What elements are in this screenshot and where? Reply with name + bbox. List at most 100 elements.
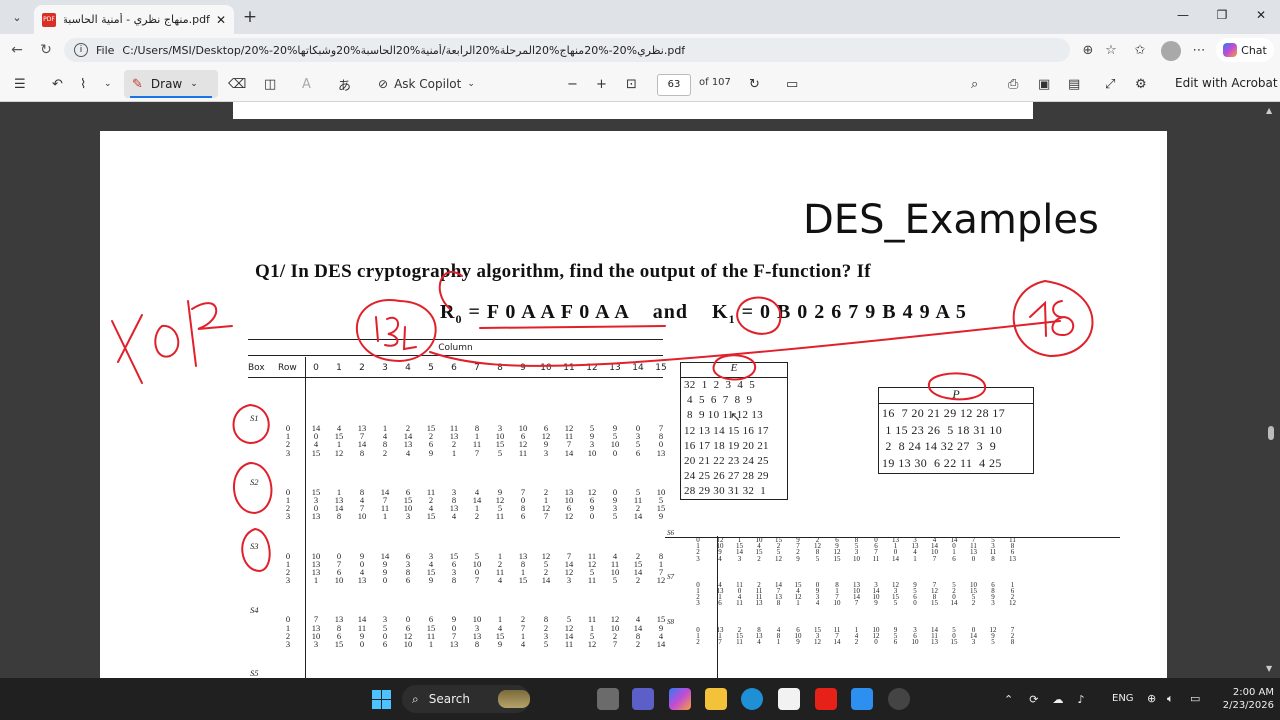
sbox-cell: 11 (872, 554, 880, 563)
onedrive-icon[interactable]: ☁ (1052, 693, 1063, 706)
sbox-cell: 6 (893, 638, 898, 646)
save-icon[interactable]: ▣ (1038, 75, 1050, 93)
pdf-file-icon: PDF (42, 12, 56, 27)
scroll-up-icon[interactable]: ▲ (1266, 106, 1272, 115)
rotate-icon[interactable]: ↻ (749, 75, 760, 93)
scroll-thumb[interactable] (1268, 426, 1274, 440)
url-field[interactable]: i File C:/Users/MSI/Desktop/نظري%20-%20م… (64, 38, 1070, 62)
zoom-in-icon[interactable]: + (596, 75, 607, 93)
sbox-cell: 7 (543, 511, 549, 522)
sbox-cell: 4 (497, 575, 503, 586)
favorite-star-icon[interactable]: ☆ (1102, 42, 1120, 60)
sbox-cell: 12 (587, 639, 597, 649)
copilot-chat-button[interactable]: Chat (1216, 38, 1274, 62)
page-number-input[interactable]: 63 (657, 74, 691, 96)
e-table-row: 24 25 26 27 28 29 (684, 470, 769, 483)
sbox-cell: 3 (991, 599, 995, 608)
close-window-icon[interactable]: ✕ (1251, 8, 1271, 26)
text-icon[interactable]: A (302, 75, 311, 93)
highlight-icon[interactable]: ⌇ (80, 75, 86, 93)
read-aloud-icon[interactable]: あ (338, 75, 351, 94)
sbox-cell: 15 (426, 511, 436, 522)
draw-button[interactable]: ✎ Draw ⌄ (124, 70, 218, 98)
print-icon[interactable]: ⎙ (1008, 75, 1018, 93)
two-page-icon[interactable]: ▭ (786, 75, 798, 93)
settings-gear-icon[interactable]: ⚙ (1135, 75, 1147, 93)
youtube-icon[interactable] (815, 688, 837, 710)
tray-app-icon[interactable]: ⟳ (1029, 693, 1038, 706)
copilot-app-icon[interactable] (669, 688, 691, 710)
tray-chevron-icon[interactable]: ⌃ (1004, 693, 1013, 706)
refresh-icon[interactable]: ↻ (37, 41, 55, 59)
sbox-cell: 8 (336, 511, 342, 522)
back-icon[interactable]: ← (8, 41, 26, 59)
fullscreen-icon[interactable]: ⤢ (1105, 75, 1115, 93)
contents-icon[interactable]: ☰ (14, 75, 26, 93)
fit-page-icon[interactable]: ⊡ (626, 75, 637, 93)
profile-avatar[interactable] (1161, 41, 1181, 61)
sbox-row: 2 7 11 4 1 9 12 14 2 0 6 10 13 15 3 5 8 (665, 638, 1080, 649)
browser-tab[interactable]: PDF pdf.منهاج نظري - أمنية الحاسبة وشبكا… (34, 5, 234, 34)
column-number: 6 (451, 363, 457, 373)
pdf-viewer[interactable]: DES_Examples Q1/ In DES cryptography alg… (0, 102, 1280, 678)
tab-close-icon[interactable]: ✕ (216, 13, 226, 27)
settings-app-icon[interactable] (888, 688, 910, 710)
edge-icon[interactable] (741, 688, 763, 710)
sbox-cell: 3 (543, 447, 549, 458)
save-as-icon[interactable]: ▤ (1068, 75, 1080, 93)
eraser-icon[interactable]: ⌫ (228, 75, 246, 93)
scroll-down-icon[interactable]: ▼ (1266, 664, 1272, 673)
maximize-icon[interactable]: ❐ (1212, 8, 1232, 26)
language-indicator[interactable]: ENG (1112, 693, 1134, 704)
store-icon[interactable] (778, 688, 800, 710)
p-table-row: 1 15 23 26 5 18 31 10 (882, 422, 1003, 437)
battery-icon[interactable]: ▭ (1190, 692, 1200, 705)
new-tab-button[interactable]: + (240, 7, 260, 27)
network-icon[interactable]: ⊕ (1147, 692, 1156, 705)
sbox-cell: 2 (854, 638, 859, 646)
taskbar-search[interactable]: ⌕ Search (402, 685, 530, 713)
e-table-row: 12 13 14 15 16 17 (684, 424, 769, 437)
page-view-icon[interactable]: ◫ (264, 75, 276, 93)
draw-dropdown-icon[interactable]: ⌄ (190, 79, 198, 89)
sbox-cell: 12 (814, 638, 821, 646)
app-icon[interactable] (851, 688, 873, 710)
undo-icon[interactable]: ↶ (52, 75, 63, 93)
file-explorer-icon[interactable] (705, 688, 727, 710)
translate-icon[interactable]: ⊕ (1079, 42, 1097, 60)
sbox-cell: 5 (612, 511, 618, 522)
sbox-cell: 15 (950, 638, 958, 646)
edit-with-acrobat-button[interactable]: Edit with Acrobat (1175, 76, 1278, 90)
taskbar: ⌕ Search ⌃ ⟳ ☁ ♪ ENG ⊕ 🔈︎ ▭ 2:00 AM 2/23… (0, 678, 1280, 720)
ask-copilot-button[interactable]: ⊘ Ask Copilot ⌄ (378, 75, 475, 93)
column-number: 15 (655, 363, 667, 373)
sbox-cell: 0 (589, 511, 595, 522)
volume-icon[interactable]: 🔈︎ (1167, 692, 1174, 706)
teams-icon[interactable] (632, 688, 654, 710)
address-bar-row: ← ↻ i File C:/Users/MSI/Desktop/نظري%20-… (0, 34, 1280, 66)
site-info-icon[interactable]: i (74, 43, 88, 57)
p-table-row: 2 8 24 14 32 27 3 9 (882, 439, 997, 453)
sbox-cell: 9 (497, 639, 503, 649)
column-header: Column (438, 343, 473, 353)
sbox-cell: 0 (971, 554, 976, 563)
task-view-icon[interactable] (597, 688, 619, 710)
url-path: C:/Users/MSI/Desktop/نظري%20-%20منهاج%20… (122, 43, 686, 57)
sbox-cell: 5 (991, 638, 995, 646)
clock[interactable]: 2:00 AM 2/23/2026 (1218, 686, 1274, 712)
tab-actions-menu-icon[interactable]: ⌄ (6, 6, 28, 28)
copilot-icon (1223, 43, 1238, 57)
sbox-cell: 13 (656, 447, 666, 458)
favorites-bar-icon[interactable]: ✩ (1131, 42, 1149, 60)
sbox-cell: 14 (541, 575, 551, 586)
highlight-dropdown-icon[interactable]: ⌄ (104, 75, 112, 93)
vertical-scrollbar[interactable]: ▲ ▼ (1264, 102, 1276, 678)
search-icon[interactable]: ⌕ (971, 75, 978, 93)
minimize-icon[interactable]: — (1173, 8, 1193, 26)
start-windows-icon[interactable] (372, 690, 391, 709)
sbox-label: S5 (250, 668, 259, 678)
microphone-icon[interactable]: ♪ (1077, 693, 1084, 706)
more-options-icon[interactable]: ⋯ (1190, 42, 1208, 60)
zoom-out-icon[interactable]: − (567, 75, 578, 93)
sbox-cell: 9 (796, 554, 800, 563)
